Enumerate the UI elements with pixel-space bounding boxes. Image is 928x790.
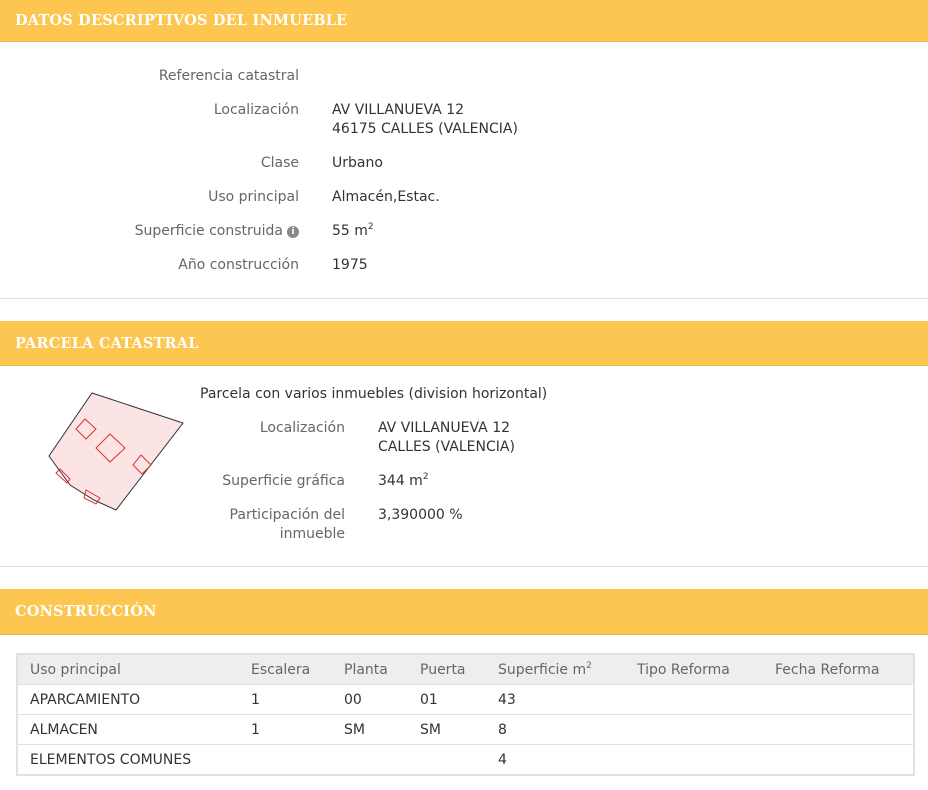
superficie-construida-value-wrap: 55 m2 <box>332 222 374 240</box>
col-planta: Planta <box>332 654 408 685</box>
cell-escalera <box>239 744 332 775</box>
cell-planta <box>332 744 408 775</box>
cell-superficie: 4 <box>486 744 625 775</box>
cell-superficie: 43 <box>486 684 625 715</box>
cell-escalera: 1 <box>239 684 332 715</box>
participacion-value: 3,390000 % <box>378 507 463 523</box>
col-superficie-wrap: Superficie m2 <box>486 654 625 685</box>
parcela-catastral-header: PARCELA CATASTRAL <box>0 321 928 366</box>
superficie-construida-label: Superficie construida <box>134 223 283 239</box>
col-escalera: Escalera <box>239 654 332 685</box>
clase-label: Clase <box>260 155 299 171</box>
parcela-localizacion-line1: AV VILLANUEVA 12 <box>378 420 511 436</box>
cell-fecha-reforma <box>763 684 914 715</box>
parcel-outline <box>48 392 184 511</box>
superficie-grafica-label: Superficie gráfica <box>222 473 345 489</box>
localizacion-line2: 46175 CALLES (VALENCIA) <box>332 121 518 137</box>
localizacion-line1: AV VILLANUEVA 12 <box>332 102 465 118</box>
cell-planta: SM <box>332 714 408 745</box>
clase-value: Urbano <box>332 155 383 171</box>
participacion-label-line1: Participación del <box>229 507 345 523</box>
superficie-construida-label-wrap: Superficie construida i <box>135 223 299 239</box>
cell-tipo-reforma <box>625 744 763 775</box>
cell-escalera: 1 <box>239 714 332 745</box>
superficie-construida-unit-sup: 2 <box>367 222 374 232</box>
col-uso-principal: Uso principal <box>17 654 239 685</box>
cell-uso: APARCAMIENTO <box>17 684 239 715</box>
table-row: ALMACEN 1 SM SM 8 <box>17 714 914 745</box>
cell-tipo-reforma <box>625 684 763 715</box>
cell-superficie: 8 <box>486 714 625 745</box>
cell-puerta: 01 <box>408 684 486 715</box>
cell-uso: ELEMENTOS COMUNES <box>17 744 239 775</box>
col-puerta: Puerta <box>408 654 486 685</box>
cell-puerta <box>408 744 486 775</box>
cell-tipo-reforma <box>625 714 763 745</box>
participacion-label-line2: inmueble <box>279 526 345 542</box>
superficie-grafica-value-wrap: 344 m2 <box>378 472 429 490</box>
parcela-map-thumbnail[interactable] <box>40 383 190 513</box>
anio-construccion-value: 1975 <box>332 257 368 273</box>
parcela-catastral-panel: PARCELA CATASTRAL Parcela con varios inm… <box>0 321 928 567</box>
construccion-header: CONSTRUCCIÓN <box>0 589 928 635</box>
superficie-grafica-value: 344 m <box>378 473 423 489</box>
construccion-table-header-row: Uso principal Escalera Planta Puerta Sup… <box>17 654 914 685</box>
uso-principal-value: Almacén,Estac. <box>332 189 440 205</box>
table-row: APARCAMIENTO 1 00 01 43 <box>17 684 914 715</box>
table-row: ELEMENTOS COMUNES 4 <box>17 744 914 775</box>
superficie-grafica-unit-sup: 2 <box>422 472 429 482</box>
parcela-description: Parcela con varios inmuebles (division h… <box>200 386 548 402</box>
cell-fecha-reforma <box>763 744 914 775</box>
anio-construccion-label: Año construcción <box>178 257 299 273</box>
col-fecha-reforma: Fecha Reforma <box>763 654 914 685</box>
parcela-localizacion-label: Localización <box>259 420 345 436</box>
parcela-localizacion-line2: CALLES (VALENCIA) <box>378 439 515 455</box>
cell-puerta: SM <box>408 714 486 745</box>
cell-uso: ALMACEN <box>17 714 239 745</box>
info-icon[interactable]: i <box>287 226 299 238</box>
localizacion-label: Localización <box>213 102 299 118</box>
superficie-construida-value: 55 m <box>332 223 368 239</box>
col-superficie: Superficie m <box>498 661 587 678</box>
col-tipo-reforma: Tipo Reforma <box>625 654 763 685</box>
datos-descriptivos-header: DATOS DESCRIPTIVOS DEL INMUEBLE <box>0 0 928 42</box>
uso-principal-label: Uso principal <box>208 189 299 205</box>
cell-planta: 00 <box>332 684 408 715</box>
col-superficie-unit-sup: 2 <box>586 660 592 671</box>
cell-fecha-reforma <box>763 714 914 745</box>
referencia-label: Referencia catastral <box>158 68 299 84</box>
datos-descriptivos-panel: DATOS DESCRIPTIVOS DEL INMUEBLE Referenc… <box>0 0 928 299</box>
construccion-table: Uso principal Escalera Planta Puerta Sup… <box>16 653 915 776</box>
